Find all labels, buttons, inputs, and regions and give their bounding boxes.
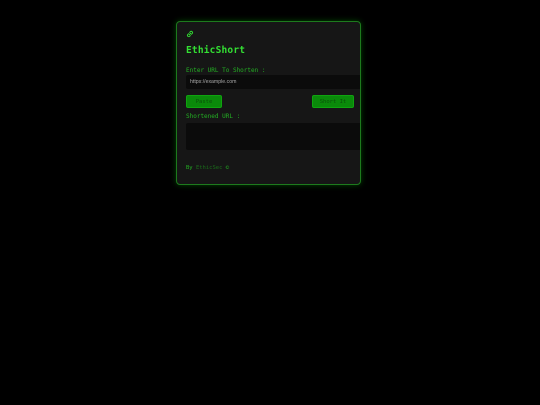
shortened-url-output[interactable] <box>186 123 360 150</box>
shortener-card: EthicShort Enter URL To Shorten : Paste … <box>176 21 361 185</box>
shortened-url-label: Shortened URL : <box>186 113 241 120</box>
url-input-label: Enter URL To Shorten : <box>186 67 266 74</box>
footer-credit: By EthicSec © <box>186 165 229 171</box>
app-title: EthicShort <box>186 45 246 56</box>
paste-button[interactable]: Paste <box>186 95 222 108</box>
url-input[interactable] <box>186 75 360 89</box>
footer-author-link[interactable]: EthicSec <box>196 165 223 171</box>
link-icon <box>187 30 193 38</box>
shorten-button[interactable]: Short It <box>312 95 354 108</box>
footer-prefix: By <box>186 165 196 171</box>
footer-copyright: © <box>222 165 230 171</box>
